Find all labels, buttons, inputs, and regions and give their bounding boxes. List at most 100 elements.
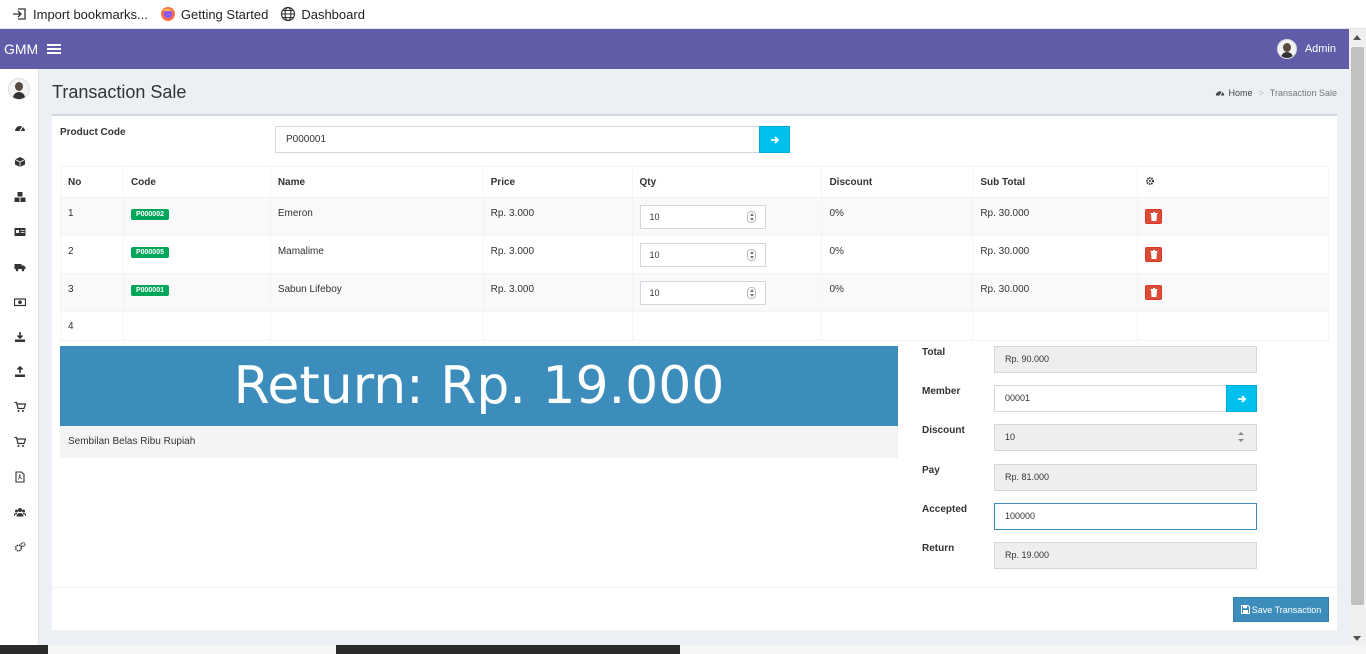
code-badge: P000001 (130, 285, 169, 296)
cell-price: Rp. 3.000 (482, 273, 633, 312)
spinner-icon[interactable] (746, 248, 756, 261)
firefox-icon (160, 6, 176, 22)
dashboard-icon[interactable] (13, 121, 26, 134)
arrow-right-icon (770, 135, 779, 144)
cell-code: P000002 (122, 197, 271, 236)
scroll-down-arrow[interactable] (1353, 636, 1361, 641)
arrow-right-icon (1237, 394, 1246, 403)
gear-icon (1146, 176, 1155, 185)
app-logo[interactable]: GMM (0, 41, 47, 57)
cell-discount: 0% (821, 235, 974, 274)
cell-actions (1137, 273, 1329, 312)
cell-name: Sabun Lifeboy (269, 273, 484, 312)
pdf-icon[interactable] (13, 470, 26, 483)
scroll-up-arrow[interactable] (1353, 35, 1361, 40)
vertical-scrollbar[interactable] (1349, 29, 1366, 645)
qty-input[interactable]: 10 (639, 242, 766, 267)
discount-label: Discount (922, 425, 965, 436)
box-footer-divider (52, 587, 1337, 588)
qty-input[interactable]: 10 (639, 280, 766, 305)
bookmark-label: Import bookmarks... (33, 6, 148, 22)
scrollbar-thumb[interactable] (1351, 47, 1364, 605)
cell-qty: 10 (631, 197, 823, 236)
save-icon (1240, 605, 1250, 614)
delete-button[interactable] (1145, 209, 1163, 224)
bookmarks-bar: Import bookmarks... Getting Started Dash… (0, 0, 1366, 29)
code-badge: P000005 (130, 247, 169, 258)
qty-input[interactable]: 10 (639, 204, 766, 229)
cubes-icon[interactable] (13, 190, 26, 203)
cart-icon[interactable] (13, 400, 26, 413)
upload-icon[interactable] (13, 365, 26, 378)
cell-code: P000001 (122, 273, 271, 312)
add-product-button[interactable] (759, 126, 790, 153)
import-icon (12, 6, 28, 22)
spinner-icon[interactable] (746, 210, 756, 223)
header-no: No (60, 166, 124, 198)
table-row-empty: 4 (60, 311, 1329, 341)
bookmark-dashboard[interactable]: Dashboard (280, 6, 365, 22)
discount-input[interactable]: 10 (994, 424, 1257, 451)
truck-icon[interactable] (13, 260, 26, 273)
table-row: 2 P000005 Mamalime Rp. 3.000 10 0% Rp. 3… (60, 235, 1329, 274)
items-table: No Code Name Price Qty Discount Sub Tota… (60, 166, 1329, 341)
header-qty: Qty (631, 166, 823, 198)
delete-button[interactable] (1145, 285, 1163, 300)
breadcrumb-separator: > (1258, 88, 1264, 98)
save-label: Save Transaction (1251, 604, 1322, 615)
breadcrumb-home[interactable]: Home (1229, 88, 1253, 98)
amount-in-words: Sembilan Belas Ribu Rupiah (60, 426, 898, 458)
money-icon[interactable] (13, 295, 26, 308)
cart-icon[interactable] (13, 435, 26, 448)
dashboard-icon (1215, 91, 1224, 96)
cogs-icon[interactable] (13, 540, 26, 553)
header-subtotal: Sub Total (972, 166, 1139, 198)
save-transaction-button[interactable]: Save Transaction (1233, 597, 1329, 622)
header-discount: Discount (821, 166, 974, 198)
qty-value: 10 (649, 249, 660, 260)
cell-discount: 0% (821, 273, 974, 312)
cell-subtotal: Rp. 30.000 (972, 273, 1139, 312)
cell-no: 2 (60, 235, 124, 274)
trash-icon (1150, 212, 1158, 221)
product-code-input[interactable]: P000001 (275, 126, 760, 153)
user-menu[interactable]: Admin (1276, 39, 1349, 59)
product-code-label: Product Code (60, 127, 126, 138)
cell-no: 3 (60, 273, 124, 312)
bookmark-getting-started[interactable]: Getting Started (160, 6, 268, 22)
member-label: Member (922, 386, 961, 397)
menu-toggle-icon[interactable] (47, 44, 61, 54)
id-card-icon[interactable] (13, 225, 26, 238)
bookmark-import[interactable]: Import bookmarks... (12, 6, 148, 22)
cell-name: Emeron (269, 197, 484, 236)
select-member-button[interactable] (1226, 385, 1257, 412)
cell-subtotal: Rp. 30.000 (972, 197, 1139, 236)
cell-qty: 10 (631, 235, 823, 274)
cell-no: 1 (60, 197, 124, 236)
table-header-row: No Code Name Price Qty Discount Sub Tota… (60, 166, 1329, 198)
cell-price: Rp. 3.000 (482, 235, 633, 274)
cell-actions (1137, 235, 1329, 274)
trash-icon (1150, 250, 1158, 259)
header-code: Code (122, 166, 271, 198)
user-avatar (1276, 39, 1297, 59)
return-field: Rp. 19.000 (994, 542, 1257, 569)
header-actions (1137, 166, 1329, 198)
delete-button[interactable] (1145, 247, 1163, 262)
spinner-icon[interactable] (746, 286, 756, 299)
cell-code: P000005 (122, 235, 271, 274)
user-name: Admin (1304, 43, 1336, 55)
accepted-input[interactable]: 100000 (994, 503, 1257, 530)
qty-value: 10 (649, 211, 660, 222)
download-icon[interactable] (13, 330, 26, 343)
return-banner: Return: Rp. 19.000 (60, 346, 898, 426)
box-icon[interactable] (13, 155, 26, 168)
spinner-icon[interactable] (1238, 432, 1244, 442)
qty-value: 10 (649, 287, 660, 298)
users-icon[interactable] (13, 505, 26, 518)
cell-price: Rp. 3.000 (482, 197, 633, 236)
member-input[interactable]: 00001 (994, 385, 1227, 412)
total-field: Rp. 90.000 (994, 346, 1257, 373)
page-title: Transaction Sale (52, 82, 187, 102)
main-header: GMM Admin (0, 29, 1349, 69)
